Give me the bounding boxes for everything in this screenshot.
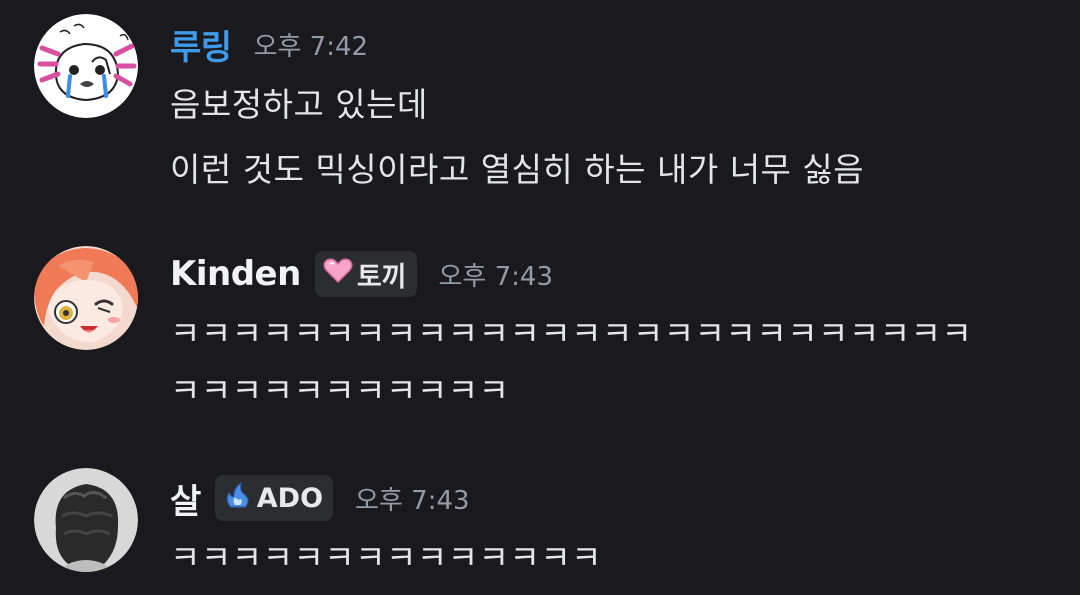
message-text: 음보정하고 있는데	[170, 85, 428, 124]
pink-heart-icon	[323, 257, 353, 291]
badge-label: ADO	[256, 482, 324, 514]
username[interactable]: 살	[170, 474, 201, 523]
message-header: Kinden 토끼 오후 7:43	[170, 249, 553, 299]
badge-label: 토끼	[356, 261, 407, 293]
timestamp: 오후 7:43	[438, 261, 554, 292]
message-text: 이런 것도 믹싱이라고 열심히 하는 내가 너무 싫음	[170, 150, 865, 189]
blue-flame-icon	[223, 481, 253, 516]
username[interactable]: Kinden	[170, 254, 301, 294]
message-header: 루링 오후 7:42	[170, 19, 368, 69]
timestamp: 오후 7:42	[253, 31, 369, 62]
timestamp: 오후 7:43	[355, 485, 470, 516]
avatar[interactable]	[34, 246, 138, 350]
message-text: ㅋㅋㅋㅋㅋㅋㅋㅋㅋㅋㅋㅋㅋㅋ	[170, 538, 603, 577]
message-text: ㅋㅋㅋㅋㅋㅋㅋㅋㅋㅋㅋㅋㅋㅋㅋㅋㅋㅋㅋㅋㅋㅋㅋㅋㅋㅋ	[170, 314, 973, 353]
role-badge[interactable]: ADO	[214, 475, 334, 521]
message-text: ㅋㅋㅋㅋㅋㅋㅋㅋㅋㅋㅋ	[170, 371, 510, 410]
anime-girl-avatar-icon	[34, 246, 138, 350]
role-badge[interactable]: 토끼	[314, 251, 417, 297]
axolotl-avatar-icon	[34, 14, 138, 118]
chat-message-list: 루링 오후 7:42 음보정하고 있는데 이런 것도 믹싱이라고 열심히 하는 …	[0, 0, 1080, 595]
avatar[interactable]	[34, 468, 138, 572]
username[interactable]: 루링	[170, 20, 232, 69]
message-header: 살 ADO 오후 7:43	[170, 473, 470, 523]
photo-avatar-icon	[34, 468, 138, 572]
avatar[interactable]	[34, 14, 138, 118]
